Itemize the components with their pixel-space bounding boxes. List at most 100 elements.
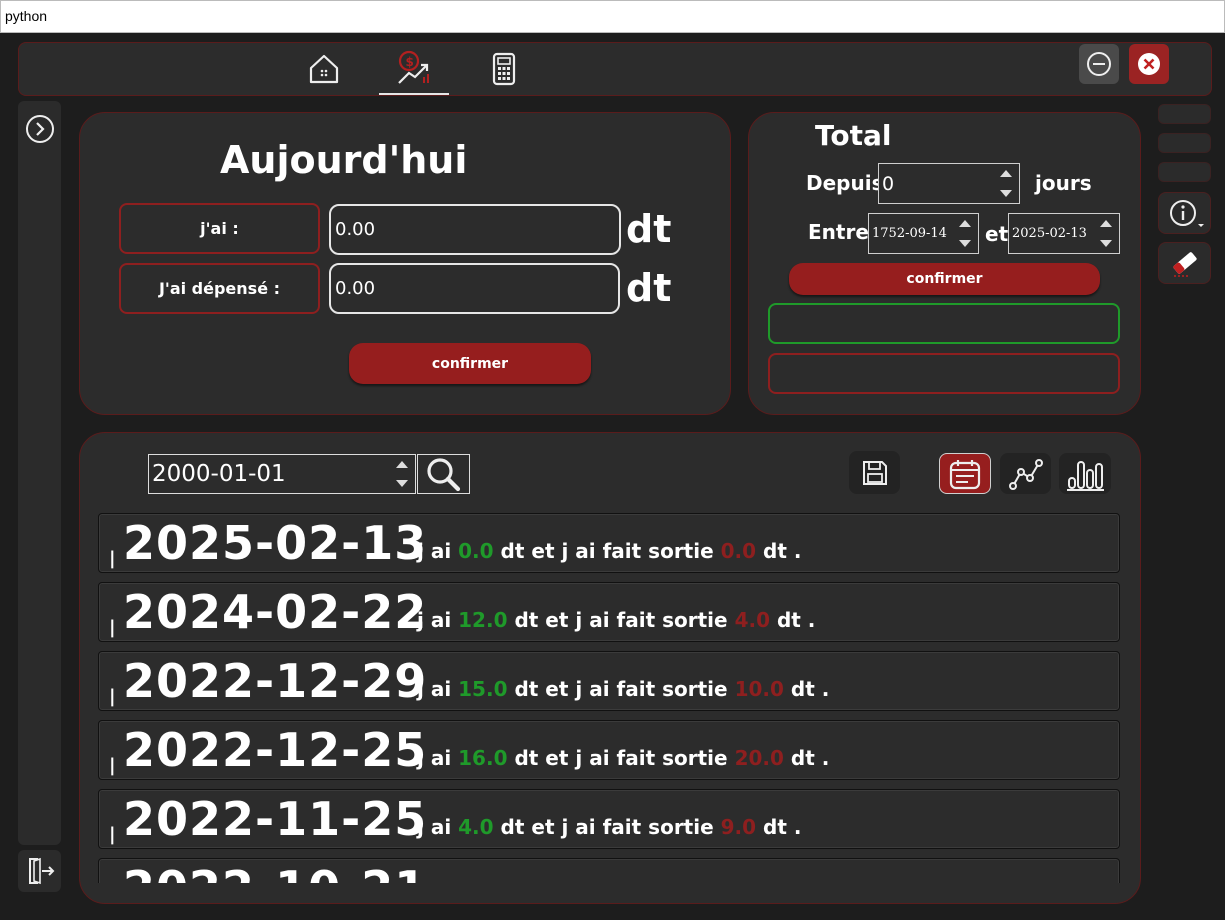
info-icon [1169,200,1204,227]
row-prefix: j ai [417,539,459,563]
bar-chart-button[interactable] [1059,453,1111,494]
side-slot [1158,162,1211,182]
days-label: jours [1035,171,1092,195]
today-heading: Aujourd'hui [220,138,468,182]
close-button[interactable] [1129,44,1169,84]
and-label: et [985,222,1009,246]
spent-label: J'ai dépensé : [119,263,320,314]
history-row[interactable]: |2022-10-21j ai 6.0 dt et j ai fait sort… [98,858,1120,883]
spin-down-icon[interactable] [959,239,971,247]
row-spent-value: 10.0 [734,677,784,701]
row-date: 2022-12-29 [123,654,428,708]
start-spin-arrows[interactable] [952,214,978,253]
row-spent-value: 0.0 [720,539,757,563]
row-summary: j ai 0.0 dt et j ai fait sortie 0.0 dt . [417,539,801,563]
home-icon [309,54,339,84]
row-marker: | [109,617,116,638]
eraser-button[interactable] [1158,242,1211,284]
row-spent-value: 9.0 [720,815,757,839]
today-confirm-button[interactable]: confirmer [349,343,591,384]
row-date: 2022-10-21 [123,859,427,883]
history-row[interactable]: | 2024-02-22 j ai 12.0 dt et j ai fait sor… [98,582,1120,642]
row-spent-value: 20.0 [734,746,784,770]
tab-home[interactable] [289,43,359,95]
expand-sidebar-button[interactable] [24,113,56,145]
search-button[interactable] [417,454,470,494]
row-spent-value: 4.0 [734,608,770,632]
row-prefix: j ai [417,815,459,839]
end-date-spinbox[interactable]: 2025-02-13 [1008,213,1120,254]
history-row[interactable]: | 2022-12-29 j ai 15.0 dt et j ai fait sor… [98,651,1120,711]
spin-down-icon[interactable] [1000,189,1012,197]
history-list[interactable]: | 2025-02-13 j ai 0.0 dt et j ai fait sort… [98,513,1120,883]
search-date-value: 2000-01-01 [152,461,286,487]
spin-up-icon[interactable] [1000,170,1012,178]
history-row[interactable]: | 2025-02-13 j ai 0.0 dt et j ai fait sort… [98,513,1120,573]
start-date-spinbox[interactable]: 1752-09-14 [868,213,979,254]
top-navbar [18,42,1212,96]
total-have-result [768,303,1120,344]
row-summary: j ai 4.0 dt et j ai fait sortie 9.0 dt . [417,815,801,839]
search-spin-arrows[interactable] [389,455,415,493]
since-days-value: 0 [882,172,895,195]
row-suffix: dt . [783,677,830,701]
row-marker: | [109,755,116,776]
calculator-icon [492,52,516,86]
row-prefix: j ai [417,746,459,770]
search-date-spinbox[interactable]: 2000-01-01 [148,454,416,494]
spent-input[interactable]: 0.00 [329,263,620,314]
calendar-icon [949,459,981,489]
spent-unit: dt [626,266,672,310]
row-have-value: 12.0 [458,608,508,632]
line-chart-icon [1008,458,1043,490]
history-row[interactable]: | 2022-11-25 j ai 4.0 dt et j ai fait sort… [98,789,1120,849]
since-spin-arrows[interactable] [993,164,1019,203]
spin-up-icon[interactable] [1100,220,1112,228]
row-prefix: j ai [417,608,459,632]
tab-calculator[interactable] [469,43,539,95]
row-prefix: j ai [417,677,459,701]
spin-down-icon[interactable] [396,480,408,487]
end-spin-arrows[interactable] [1093,214,1119,253]
end-date-value: 2025-02-13 [1012,226,1087,241]
row-mid-text: dt et j ai fait sortie [507,746,735,770]
side-slot [1158,133,1211,153]
save-icon [862,460,887,485]
row-marker: | [109,824,116,845]
calendar-view-button[interactable] [939,453,991,494]
line-chart-button[interactable] [1000,453,1051,494]
spin-down-icon[interactable] [1100,239,1112,247]
start-date-value: 1752-09-14 [872,226,947,241]
row-marker: | [109,686,116,707]
row-date: 2022-12-25 [123,723,428,777]
since-days-spinbox[interactable]: 0 [878,163,1020,204]
total-confirm-button[interactable]: confirmer [789,263,1100,295]
row-suffix: dt . [783,746,830,770]
row-date: 2025-02-13 [123,516,428,570]
minimize-button[interactable] [1079,44,1119,84]
have-input[interactable]: 0.00 [329,204,621,255]
row-mid-text: dt et j ai fait sortie [493,815,721,839]
row-have-value: 15.0 [458,677,508,701]
row-have-value: 4.0 [458,815,494,839]
window-titlebar: python [0,0,1225,33]
total-heading: Total [815,119,892,152]
row-mid-text: dt et j ai fait sortie [507,608,735,632]
row-summary: j ai 15.0 dt et j ai fait sortie 10.0 dt… [417,677,829,701]
save-button[interactable] [849,451,900,494]
spin-up-icon[interactable] [396,461,408,468]
row-summary: j ai 16.0 dt et j ai fait sortie 20.0 dt… [417,746,829,770]
total-spent-result [768,353,1120,394]
history-row[interactable]: | 2022-12-25 j ai 16.0 dt et j ai fait sor… [98,720,1120,780]
info-button[interactable] [1158,192,1211,234]
since-label: Depuis [806,171,884,195]
search-icon [426,458,460,492]
spin-up-icon[interactable] [959,220,971,228]
row-date: 2024-02-22 [123,585,428,639]
row-suffix: dt . [756,815,802,839]
tab-finance[interactable]: $ [379,43,449,95]
close-icon [1138,53,1160,75]
logout-icon [28,857,54,885]
have-unit: dt [626,207,672,251]
logout-button[interactable] [18,850,61,892]
